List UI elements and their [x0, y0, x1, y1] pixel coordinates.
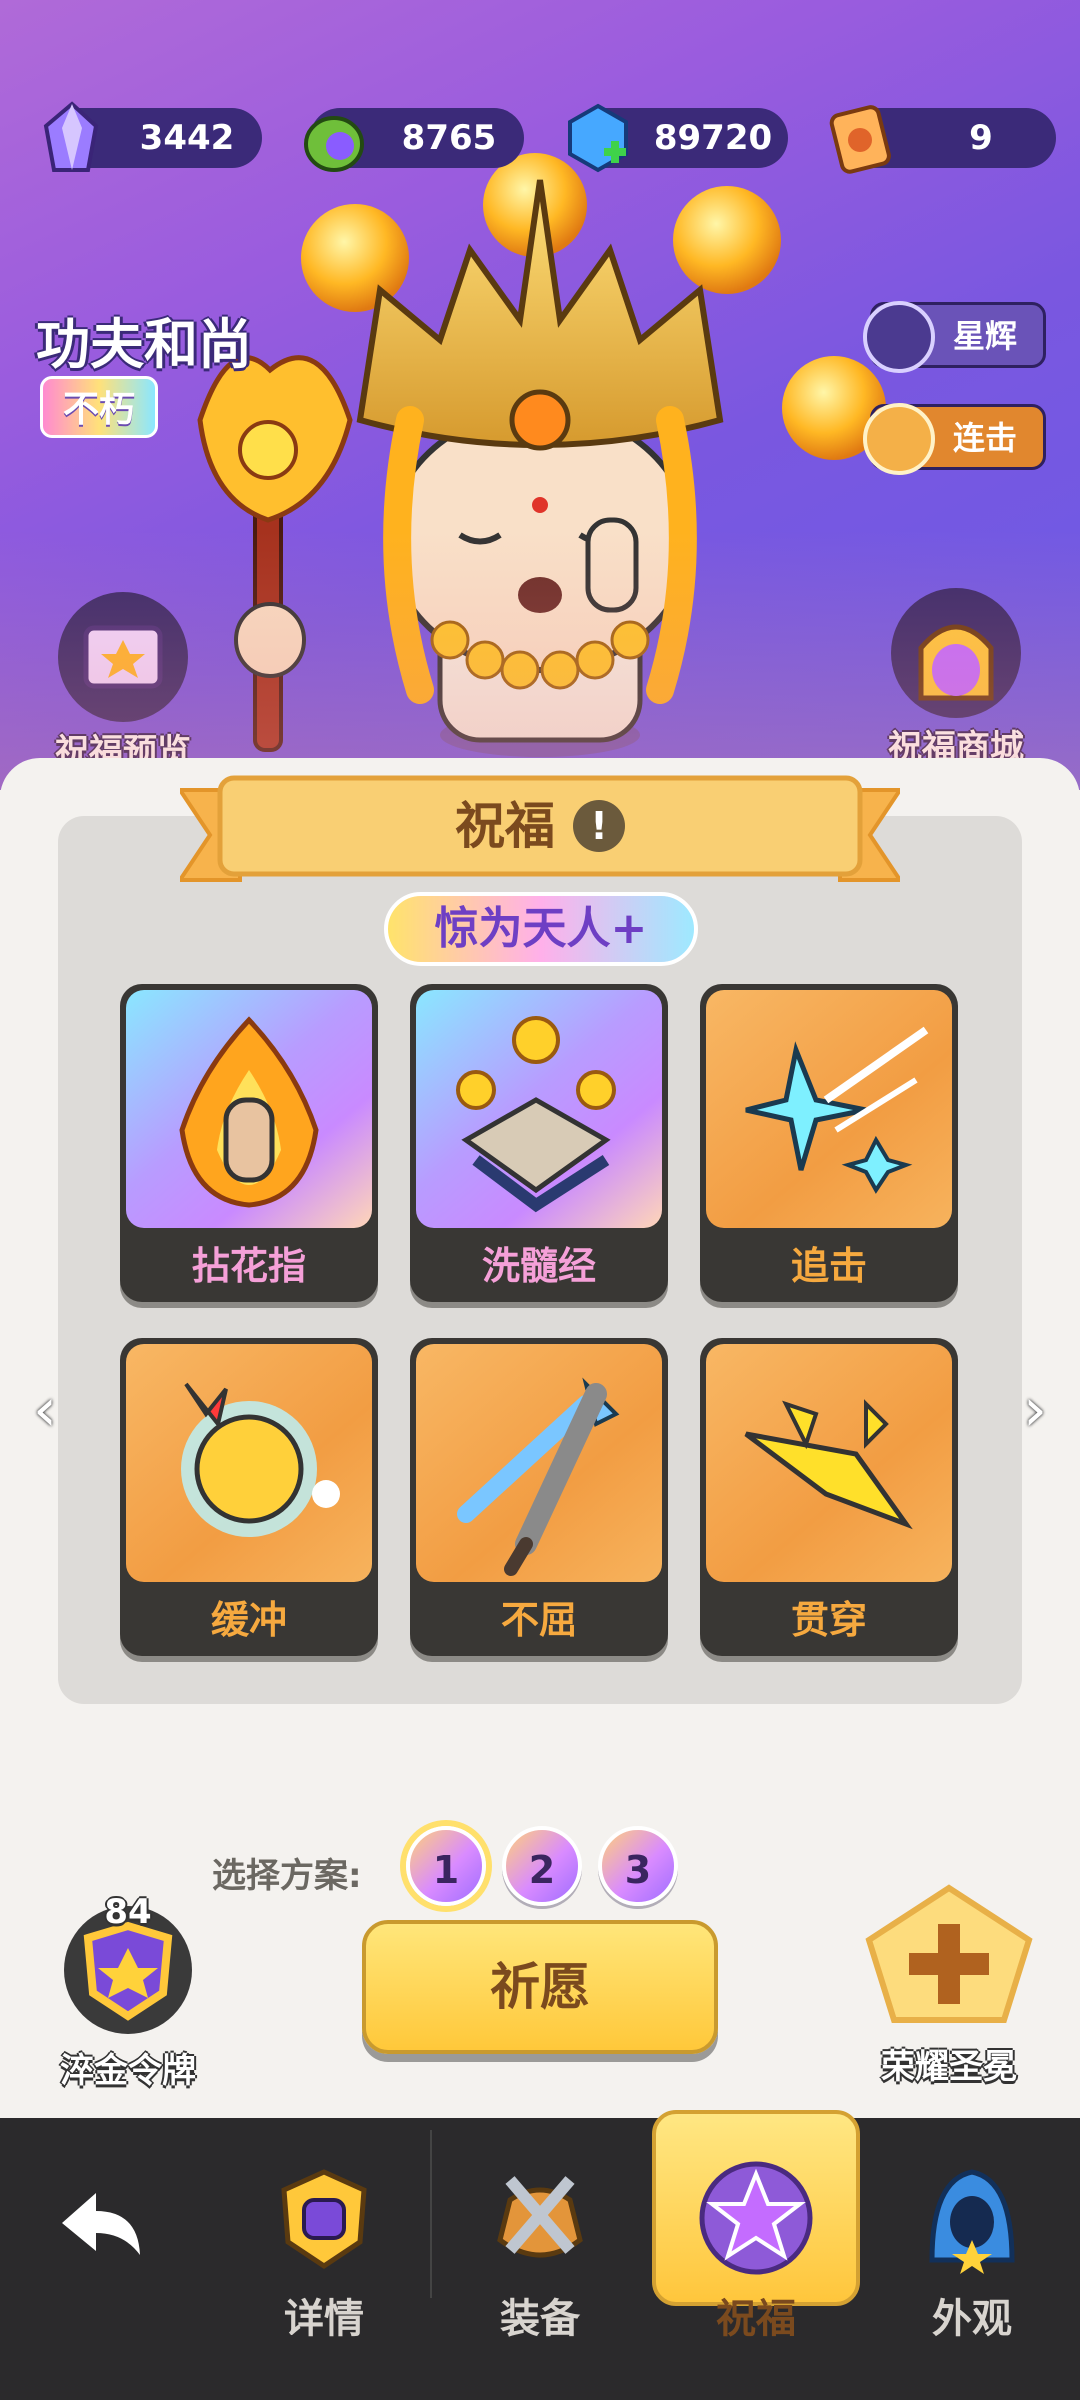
nav-label: 装备 [500, 2296, 580, 2342]
blessing-card-flower-finger[interactable]: 拈花指 [120, 984, 378, 1302]
back-arrow-icon [62, 2193, 140, 2255]
potion-icon [304, 116, 364, 172]
blessing-card-unyielding[interactable]: 不屈 [410, 1338, 668, 1656]
glory-crown-label: 荣耀圣冕 [881, 2047, 1017, 2087]
blessing-shop-button[interactable]: 祝福商城 [876, 588, 1036, 769]
nav-label: 详情 [284, 2296, 364, 2342]
blessing-card-scripture[interactable]: 洗髓经 [410, 984, 668, 1302]
resource-potion-value: 8765 [401, 118, 497, 158]
resource-crystal-value: 3442 [139, 118, 235, 158]
shuriken-icon [706, 990, 952, 1228]
blessing-card-buffer[interactable]: 缓冲 [120, 1338, 378, 1656]
blessing-card-pursuit[interactable]: 追击 [700, 984, 958, 1302]
blessing-card-label: 贯穿 [790, 1598, 867, 1642]
nav-tab-details[interactable]: 详情 [224, 2160, 424, 2344]
plan-option-2[interactable]: 2 [502, 1826, 582, 1906]
resource-potion[interactable]: 8765 [304, 108, 524, 172]
blessing-card-label: 洗髓经 [481, 1244, 596, 1288]
nav-tab-appearance[interactable]: 外观 [872, 2160, 1072, 2344]
rank-badge: 不朽 [40, 376, 158, 438]
nav-back-button[interactable] [0, 2185, 200, 2269]
pierce-arrow-icon [706, 1344, 952, 1582]
combo-moon-icon [863, 403, 935, 475]
equipment-icon [497, 2176, 583, 2258]
nav-label: 祝福 [716, 2296, 796, 2342]
blessing-header: 祝福! [180, 770, 900, 890]
resource-scroll[interactable]: 9 [829, 105, 1056, 174]
blessing-star-icon [699, 2161, 813, 2275]
token-count: 84 [104, 1892, 152, 1932]
book-icon [58, 592, 188, 722]
token-button[interactable]: 84 淬金令牌 [48, 1892, 208, 2092]
helmet-icon [281, 2169, 367, 2270]
flower-finger-icon [126, 990, 372, 1228]
crown-plus-icon [865, 1884, 1033, 2023]
resource-gem-value: 89720 [653, 118, 773, 158]
star-glow-icon [863, 301, 935, 373]
glory-crown-button[interactable]: 荣耀圣冕 [854, 1880, 1044, 2088]
hero-name: 功夫和尚 [36, 313, 252, 376]
next-page-arrow[interactable]: › [1010, 1368, 1060, 1452]
blessing-card-label: 追击 [790, 1244, 867, 1288]
nav-tab-blessing[interactable]: 祝福 [656, 2160, 856, 2344]
crystal-icon [43, 101, 99, 172]
nav-tab-equipment[interactable]: 装备 [440, 2160, 640, 2344]
token-label: 淬金令牌 [60, 2051, 196, 2091]
tier-badge: 惊为天人+ [384, 892, 698, 966]
blessing-preview-button[interactable]: 祝福预览 [48, 592, 198, 773]
blessing-card-label: 缓冲 [210, 1598, 287, 1642]
resource-gem[interactable]: 89720 [568, 103, 788, 173]
scroll-icon [829, 105, 891, 174]
resource-crystal[interactable]: 3442 [43, 101, 262, 172]
info-icon[interactable]: ! [573, 800, 625, 852]
panel-title: 祝福 [455, 797, 555, 855]
plan-option-1[interactable]: 1 [406, 1826, 486, 1906]
gem-plus-icon [568, 103, 628, 173]
hero-banner: 3442 8765 89720 9 功夫和尚 不朽 星辉 连击 祝福预览 祝福商… [0, 0, 1080, 790]
prev-page-arrow[interactable]: ‹ [20, 1368, 70, 1452]
plan-option-3[interactable]: 3 [598, 1826, 678, 1906]
shield-face-icon [126, 1344, 372, 1582]
star-glow-button[interactable]: 星辉 [863, 301, 1046, 373]
wish-button[interactable]: 祈愿 [362, 1920, 718, 2054]
combo-label: 连击 [953, 419, 1018, 457]
star-glow-label: 星辉 [953, 317, 1018, 355]
plan-label: 选择方案: [212, 1856, 362, 1896]
blessing-card-label: 拈花指 [191, 1244, 306, 1288]
combo-button[interactable]: 连击 [863, 403, 1046, 475]
resource-scroll-value: 9 [969, 118, 993, 158]
crossed-swords-icon [416, 1344, 662, 1582]
blessing-card-label: 不屈 [500, 1598, 577, 1642]
portal-icon [891, 588, 1021, 718]
blessing-card-pierce[interactable]: 贯穿 [700, 1338, 958, 1656]
nav-divider [430, 2130, 432, 2298]
scripture-icon [416, 990, 662, 1228]
hood-icon [929, 2169, 1015, 2274]
nav-label: 外观 [932, 2296, 1012, 2342]
